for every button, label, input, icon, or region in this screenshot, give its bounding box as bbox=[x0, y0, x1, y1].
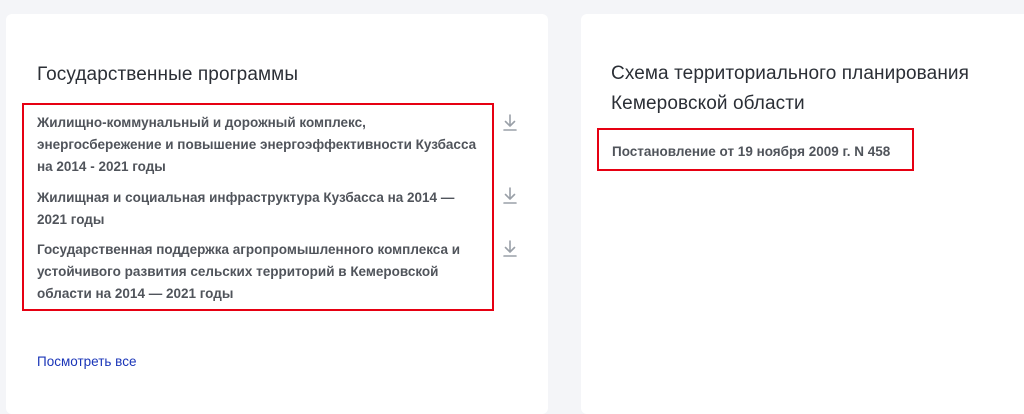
program-link-agro-support[interactable]: Государственная поддержка агропромышленн… bbox=[37, 239, 487, 305]
download-icon[interactable] bbox=[502, 239, 518, 259]
territorial-planning-card: Схема территориального планирования Кеме… bbox=[581, 14, 1024, 414]
resolution-link[interactable]: Постановление от 19 ноября 2009 г. N 458 bbox=[612, 141, 890, 163]
territorial-planning-title: Схема территориального планирования Кеме… bbox=[611, 63, 970, 114]
view-all-link[interactable]: Посмотреть все bbox=[37, 351, 136, 373]
program-link-social-infrastructure[interactable]: Жилищная и социальная инфраструктура Куз… bbox=[37, 187, 487, 231]
state-programs-title: Государственные программы bbox=[37, 64, 299, 85]
program-link-housing-roads[interactable]: Жилищно-коммунальный и дорожный комплекс… bbox=[37, 112, 487, 178]
state-programs-card: Государственные программы Жилищно-коммун… bbox=[6, 14, 548, 414]
download-icon[interactable] bbox=[502, 186, 518, 206]
download-icon[interactable] bbox=[502, 113, 518, 133]
